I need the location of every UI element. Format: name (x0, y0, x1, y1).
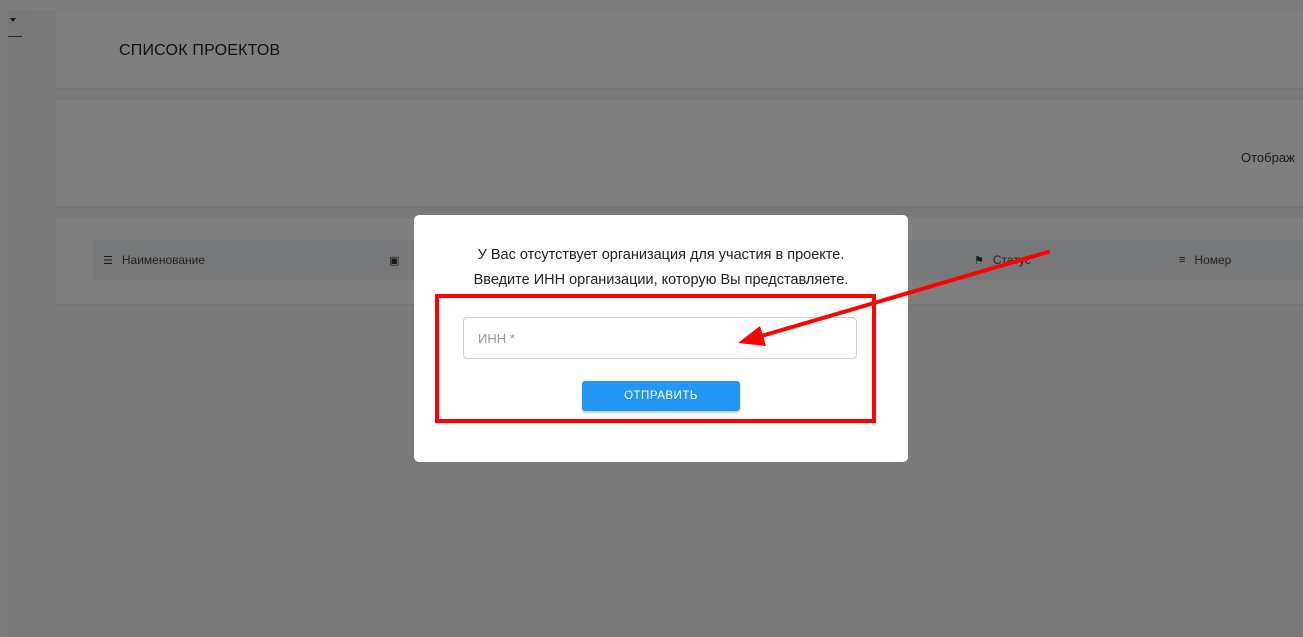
annotation-arrow-icon (738, 250, 1050, 346)
